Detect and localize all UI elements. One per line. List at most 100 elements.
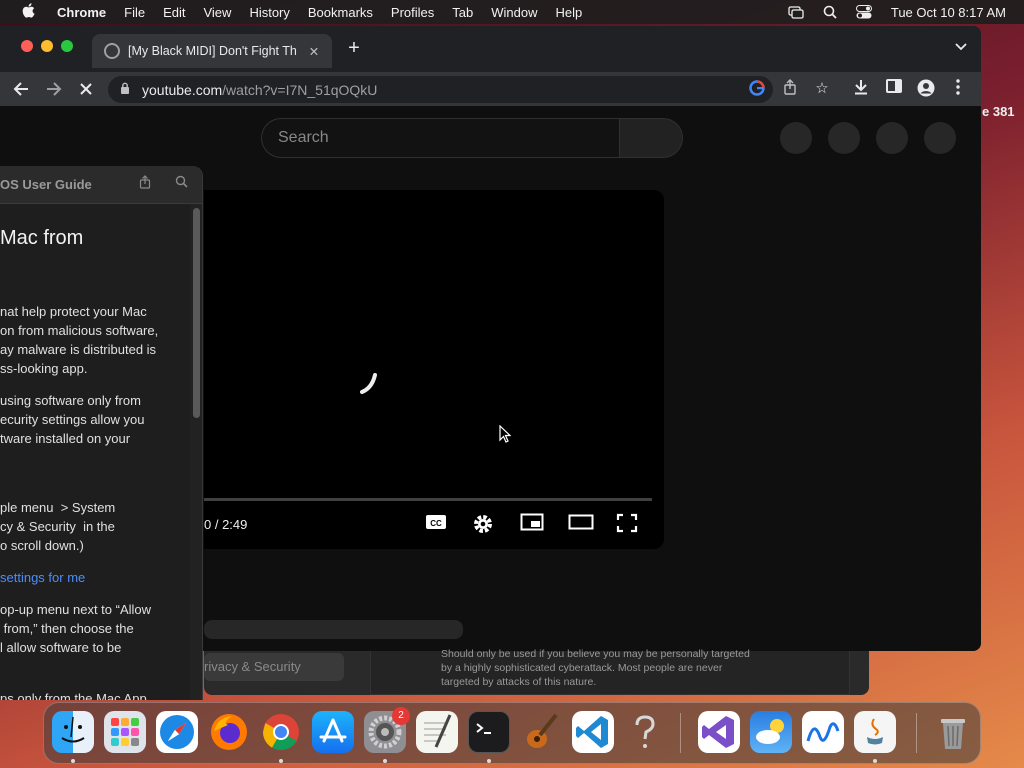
help-question-icon[interactable] bbox=[624, 711, 666, 753]
mouse-cursor-icon bbox=[499, 425, 511, 443]
close-tab-icon[interactable]: ✕ bbox=[304, 44, 324, 59]
guide-paragraph: ps only from the Mac App bbox=[0, 691, 147, 700]
open-settings-link[interactable]: settings for me bbox=[0, 568, 190, 587]
captions-cc-icon[interactable]: CC bbox=[424, 513, 448, 533]
user-guide-window: OS User Guide Mac from nat help protect … bbox=[0, 166, 203, 700]
menu-bookmarks[interactable]: Bookmarks bbox=[308, 5, 373, 20]
dock-divider bbox=[680, 713, 681, 753]
sidebar-item-privacy-security[interactable]: rivacy & Security bbox=[204, 653, 344, 681]
minimize-window-button[interactable] bbox=[41, 40, 53, 52]
trash-icon[interactable] bbox=[932, 711, 974, 753]
dock-divider bbox=[916, 713, 917, 753]
menu-file[interactable]: File bbox=[124, 5, 145, 20]
back-button[interactable] bbox=[10, 78, 32, 100]
guide-heading: Mac from bbox=[0, 227, 84, 249]
spotlight-search-icon[interactable] bbox=[821, 5, 839, 19]
java-icon[interactable] bbox=[854, 711, 896, 753]
address-bar[interactable]: youtube.com/watch?v=I7N_51qOQkU bbox=[108, 76, 773, 103]
notification-badge: 2 bbox=[392, 707, 410, 725]
header-placeholder-icon[interactable] bbox=[780, 122, 812, 154]
guide-paragraph: nat help protect your Mac on from malici… bbox=[0, 304, 159, 376]
control-center-icon[interactable] bbox=[855, 5, 873, 19]
video-player[interactable]: 0 / 2:49 CC bbox=[204, 190, 664, 549]
apple-menu-icon[interactable] bbox=[18, 2, 38, 22]
lockdown-description: Should only be used if you believe you m… bbox=[441, 648, 750, 688]
scrollbar-thumb[interactable] bbox=[193, 208, 200, 418]
dock: 2 bbox=[43, 702, 981, 764]
tab-youtube[interactable]: [My Black MIDI] Don't Fight Th ✕ bbox=[92, 34, 332, 68]
fullscreen-icon[interactable] bbox=[616, 513, 640, 533]
loading-spinner-icon bbox=[360, 373, 377, 394]
tab-search-chevron-icon[interactable] bbox=[955, 40, 967, 54]
downloads-icon[interactable] bbox=[851, 79, 871, 99]
google-lens-icon[interactable] bbox=[748, 80, 766, 98]
running-indicator bbox=[487, 759, 491, 763]
firefox-icon[interactable] bbox=[208, 711, 250, 753]
tab-strip: [My Black MIDI] Don't Fight Th ✕ + bbox=[0, 26, 981, 72]
browser-toolbar: youtube.com/watch?v=I7N_51qOQkU ☆ bbox=[0, 72, 981, 106]
finder-icon[interactable] bbox=[52, 711, 94, 753]
app-store-icon[interactable] bbox=[312, 711, 354, 753]
weather-icon[interactable] bbox=[750, 711, 792, 753]
guide-paragraph: ple menu > System cy & Security in the o… bbox=[0, 500, 116, 553]
guide-content: Mac from nat help protect your Mac on fr… bbox=[0, 204, 190, 700]
textedit-icon[interactable] bbox=[416, 711, 458, 753]
menu-tab[interactable]: Tab bbox=[452, 5, 473, 20]
running-indicator bbox=[383, 759, 387, 763]
guide-title: OS User Guide bbox=[0, 177, 92, 192]
menu-bar: Chrome File Edit View History Bookmarks … bbox=[0, 0, 1024, 24]
side-panel-icon[interactable] bbox=[884, 79, 904, 99]
menu-help[interactable]: Help bbox=[556, 5, 583, 20]
url-path: /watch?v=I7N_51qOQkU bbox=[222, 81, 378, 98]
share-icon[interactable] bbox=[136, 175, 154, 193]
freeform-icon[interactable] bbox=[802, 711, 844, 753]
new-tab-button[interactable]: + bbox=[344, 38, 364, 58]
menu-view[interactable]: View bbox=[203, 5, 231, 20]
menu-clock[interactable]: Tue Oct 10 8:17 AM bbox=[891, 5, 1006, 20]
guide-scrollbar[interactable] bbox=[190, 204, 202, 700]
url-host: youtube.com bbox=[142, 81, 223, 98]
lock-icon[interactable] bbox=[120, 82, 132, 97]
vscode-icon[interactable] bbox=[572, 711, 614, 753]
youtube-search-input[interactable]: Search bbox=[261, 118, 619, 158]
miniplayer-icon[interactable] bbox=[520, 513, 544, 533]
menu-history[interactable]: History bbox=[249, 5, 289, 20]
chrome-menu-icon[interactable] bbox=[948, 79, 968, 99]
forward-button[interactable] bbox=[43, 78, 65, 100]
title-skeleton bbox=[204, 620, 463, 639]
settings-gear-icon[interactable] bbox=[472, 513, 496, 533]
close-window-button[interactable] bbox=[21, 40, 33, 52]
search-icon[interactable] bbox=[172, 175, 190, 193]
menu-window[interactable]: Window bbox=[491, 5, 537, 20]
zoom-window-button[interactable] bbox=[61, 40, 73, 52]
video-progress-bar[interactable] bbox=[204, 498, 652, 501]
system-settings-window: rivacy & Security Should only be used if… bbox=[204, 648, 869, 695]
safari-icon[interactable] bbox=[156, 711, 198, 753]
garageband-icon[interactable] bbox=[520, 711, 562, 753]
screen-mirroring-icon[interactable] bbox=[787, 5, 805, 19]
bookmark-star-icon[interactable]: ☆ bbox=[812, 79, 832, 99]
launchpad-icon[interactable] bbox=[104, 711, 146, 753]
stop-loading-button[interactable] bbox=[75, 78, 97, 100]
loading-favicon-icon bbox=[104, 43, 120, 59]
profile-avatar-icon[interactable] bbox=[916, 79, 936, 99]
running-indicator bbox=[71, 759, 75, 763]
header-placeholder-icon[interactable] bbox=[876, 122, 908, 154]
guide-paragraph: op-up menu next to “Allow from,” then ch… bbox=[0, 602, 152, 655]
svg-text:CC: CC bbox=[430, 519, 442, 528]
menu-app-chrome[interactable]: Chrome bbox=[57, 5, 106, 20]
tab-title: [My Black MIDI] Don't Fight Th bbox=[128, 44, 297, 58]
background-window-label: e 381 bbox=[982, 104, 1015, 119]
youtube-search-button[interactable] bbox=[619, 118, 683, 158]
header-placeholder-icon[interactable] bbox=[924, 122, 956, 154]
header-placeholder-icon[interactable] bbox=[828, 122, 860, 154]
menu-edit[interactable]: Edit bbox=[163, 5, 185, 20]
theater-mode-icon[interactable] bbox=[568, 513, 594, 533]
share-icon[interactable] bbox=[780, 79, 800, 99]
menu-profiles[interactable]: Profiles bbox=[391, 5, 434, 20]
visual-studio-icon[interactable] bbox=[698, 711, 740, 753]
terminal-icon[interactable] bbox=[468, 711, 510, 753]
chrome-icon[interactable] bbox=[260, 711, 302, 753]
guide-titlebar: OS User Guide bbox=[0, 166, 202, 204]
lockdown-mode-panel: Should only be used if you believe you m… bbox=[370, 648, 850, 695]
